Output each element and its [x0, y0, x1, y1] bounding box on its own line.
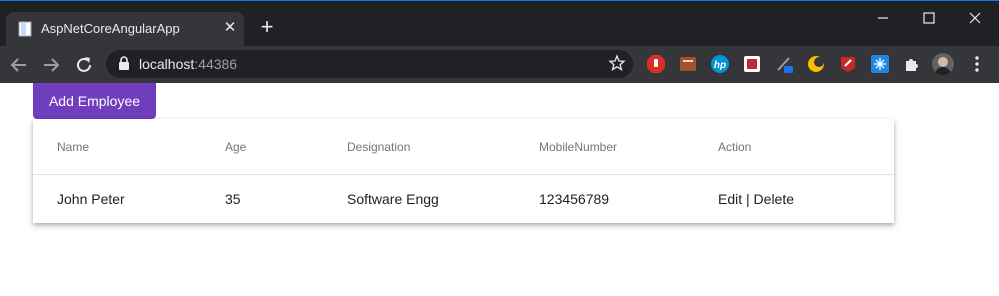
page-icon — [18, 21, 32, 37]
lock-icon — [119, 56, 129, 70]
action-separator: | — [742, 191, 754, 207]
add-employee-button[interactable]: Add Employee — [33, 83, 156, 119]
profile-avatar-icon[interactable] — [932, 53, 954, 75]
bookmark-star-icon[interactable] — [608, 54, 626, 72]
header-mobile-number: MobileNumber — [539, 140, 618, 154]
browser-chrome: AspNetCoreAngularApp ✕ + localhost:44386 — [0, 0, 999, 83]
puzzle-extensions-icon[interactable] — [902, 54, 922, 74]
browser-toolbar: localhost:44386 hp — [0, 46, 999, 83]
header-age: Age — [225, 140, 247, 154]
moon-extension-icon[interactable] — [806, 54, 826, 74]
url-text: localhost:44386 — [139, 56, 237, 72]
maximize-window-icon[interactable] — [917, 6, 941, 30]
svg-text:hp: hp — [714, 60, 726, 71]
new-tab-button[interactable]: + — [256, 16, 278, 39]
cell-age: 35 — [225, 191, 241, 207]
edit-link[interactable]: Edit — [718, 191, 742, 207]
forward-arrow-icon[interactable] — [40, 54, 62, 76]
header-name: Name — [57, 140, 90, 154]
close-tab-icon[interactable]: ✕ — [220, 18, 240, 38]
cell-actions: Edit | Delete — [718, 191, 794, 207]
reader-extension-icon[interactable] — [678, 54, 698, 74]
tab-title: AspNetCoreAngularApp — [41, 21, 180, 36]
rocket-extension-icon[interactable] — [838, 54, 858, 74]
cell-mobile-number: 123456789 — [539, 191, 610, 207]
snowflake-extension-icon[interactable] — [870, 54, 890, 74]
close-window-icon[interactable] — [963, 6, 987, 30]
browser-tab[interactable]: AspNetCoreAngularApp ✕ — [6, 12, 244, 46]
minimize-window-icon[interactable] — [871, 6, 895, 30]
header-designation: Designation — [347, 140, 411, 154]
more-menu-icon[interactable] — [967, 54, 987, 74]
cell-designation: Software Engg — [347, 191, 439, 207]
url-host: localhost — [139, 56, 195, 72]
shield-extension-icon[interactable] — [742, 54, 762, 74]
reload-icon[interactable] — [73, 54, 95, 76]
url-port: :44386 — [194, 56, 238, 72]
table-header: Name Age Designation MobileNumber Action — [33, 119, 894, 175]
back-arrow-icon[interactable] — [8, 54, 30, 76]
page-content: Add Employee Name Age Designation Mobile… — [0, 83, 999, 296]
employee-table-card: Name Age Designation MobileNumber Action… — [33, 119, 894, 223]
title-bar-strip — [0, 0, 999, 4]
header-action: Action — [718, 140, 752, 154]
address-bar[interactable]: localhost:44386 — [106, 50, 633, 78]
delete-link[interactable]: Delete — [754, 191, 794, 207]
hp-extension-icon[interactable]: hp — [710, 54, 730, 74]
table-row: John Peter 35 Software Engg 123456789 Ed… — [33, 176, 894, 223]
adblock-extension-icon[interactable] — [646, 54, 666, 74]
cell-name: John Peter — [57, 191, 125, 207]
pen-extension-icon[interactable] — [774, 54, 794, 74]
